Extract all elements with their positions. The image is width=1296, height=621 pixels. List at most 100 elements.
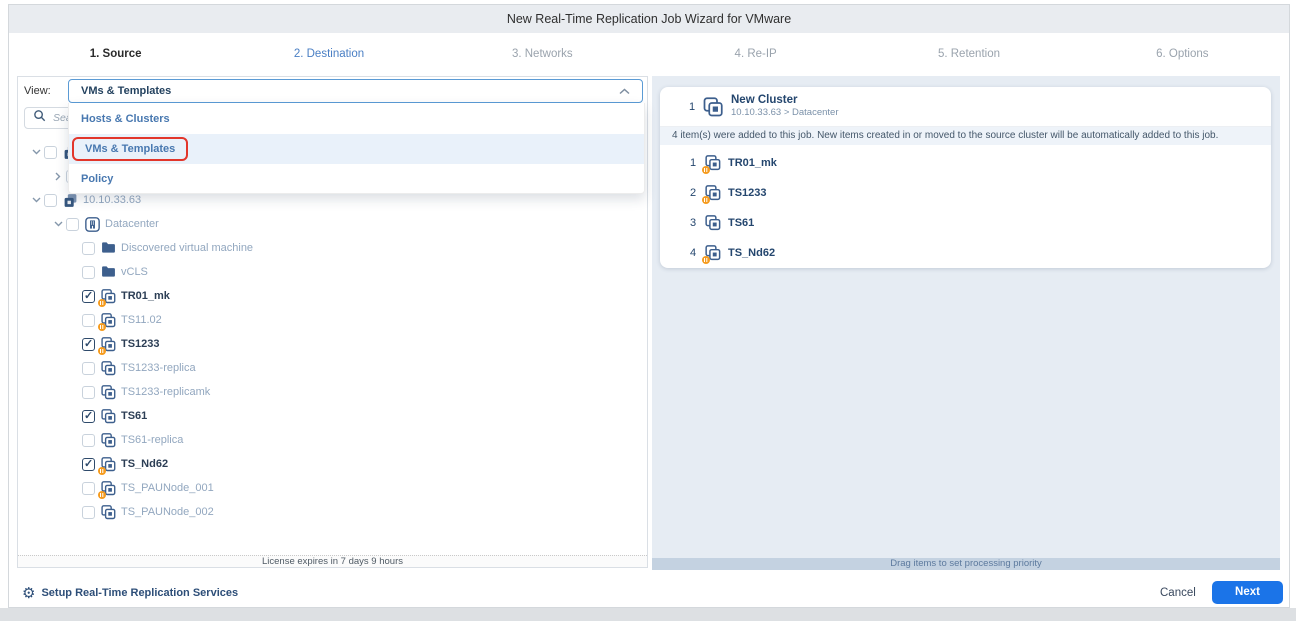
checkbox-checked[interactable] xyxy=(82,410,95,423)
tree-row-vm[interactable]: TS1233-replica xyxy=(18,356,647,380)
checkbox[interactable] xyxy=(44,194,57,207)
step-source[interactable]: 1. Source xyxy=(9,33,222,76)
vm-icon xyxy=(101,289,116,304)
job-vm-row[interactable]: 1 TR01_mk xyxy=(660,148,1271,178)
datacenter-icon xyxy=(85,217,100,232)
chevron-right-icon[interactable] xyxy=(52,170,64,182)
setup-replication-services-link[interactable]: ⚙ Setup Real-Time Replication Services xyxy=(22,584,238,602)
tree-row-vm[interactable]: TS1233-replicamk xyxy=(18,380,647,404)
next-button[interactable]: Next xyxy=(1212,581,1283,604)
menu-item-label: Hosts & Clusters xyxy=(81,113,170,125)
vm-icon xyxy=(705,215,721,231)
tree-item-label: TS_Nd62 xyxy=(121,458,168,470)
tree-item-label: TS61 xyxy=(121,410,147,422)
step-retention[interactable]: 5. Retention xyxy=(862,33,1075,76)
vm-icon xyxy=(705,155,721,171)
vm-icon xyxy=(101,457,116,472)
checkbox-checked[interactable] xyxy=(82,290,95,303)
gear-icon: ⚙ xyxy=(22,586,35,601)
step-options[interactable]: 6. Options xyxy=(1076,33,1289,76)
chevron-down-icon[interactable] xyxy=(30,194,42,206)
checkbox-checked[interactable] xyxy=(82,458,95,471)
job-vm-list: 1 TR01_mk 2 TS1233 3 TS61 4 TS_Nd62 xyxy=(660,145,1271,268)
vm-icon xyxy=(101,313,116,328)
tree-row-vm[interactable]: TS61 xyxy=(18,404,647,428)
chevron-down-icon[interactable] xyxy=(30,146,42,158)
cluster-path: 10.10.33.63 > Datacenter xyxy=(731,107,838,119)
vm-icon xyxy=(101,385,116,400)
tree-item-label: TS_PAUNode_002 xyxy=(121,506,214,518)
vm-icon xyxy=(705,245,721,261)
folder-icon xyxy=(101,241,116,256)
tree-row-datacenter[interactable]: Datacenter xyxy=(18,212,647,236)
menu-item-label: VMs & Templates xyxy=(85,143,175,155)
vm-icon xyxy=(705,185,721,201)
step-reip[interactable]: 4. Re-IP xyxy=(649,33,862,76)
tree-row-vm[interactable]: TS_PAUNode_002 xyxy=(18,500,647,524)
pause-badge-icon xyxy=(98,323,106,331)
setup-link-label: Setup Real-Time Replication Services xyxy=(41,587,238,599)
checkbox[interactable] xyxy=(82,242,95,255)
tree-item-label: TS_PAUNode_001 xyxy=(121,482,214,494)
job-items-panel: 1 New Cluster 10.10.33.63 > Datacenter 4… xyxy=(652,76,1280,570)
checkbox-checked[interactable] xyxy=(82,338,95,351)
vm-name: TR01_mk xyxy=(728,157,777,169)
bottom-strip xyxy=(0,608,1296,621)
pause-badge-icon xyxy=(702,256,710,264)
job-vm-row[interactable]: 3 TS61 xyxy=(660,208,1271,238)
annotation-highlight: VMs & Templates xyxy=(72,137,188,161)
tree-row-vm[interactable]: TR01_mk xyxy=(18,284,647,308)
tree-row-vm[interactable]: TS11.02 xyxy=(18,308,647,332)
vm-icon xyxy=(101,481,116,496)
search-icon xyxy=(33,109,46,127)
tree-row-vm[interactable]: TS_Nd62 xyxy=(18,452,647,476)
tree-item-label: Datacenter xyxy=(105,218,159,230)
checkbox[interactable] xyxy=(66,218,79,231)
checkbox[interactable] xyxy=(82,434,95,447)
cluster-card-header: 1 New Cluster 10.10.33.63 > Datacenter xyxy=(660,87,1271,127)
pause-badge-icon xyxy=(98,299,106,307)
tree-row-vm[interactable]: TS1233 xyxy=(18,332,647,356)
menu-item-policy[interactable]: Policy xyxy=(69,164,644,194)
cluster-texts: New Cluster 10.10.33.63 > Datacenter xyxy=(731,94,838,119)
checkbox[interactable] xyxy=(82,362,95,375)
inventory-tree: 10.10.33.63 Datacenter Discovered virtua… xyxy=(18,140,647,524)
view-select-value: VMs & Templates xyxy=(81,85,619,97)
step-destination[interactable]: 2. Destination xyxy=(222,33,435,76)
tree-row-folder[interactable]: vCLS xyxy=(18,260,647,284)
wizard-title: New Real-Time Replication Job Wizard for… xyxy=(507,12,791,26)
cancel-button[interactable]: Cancel xyxy=(1160,587,1196,599)
tree-row-folder[interactable]: Discovered virtual machine xyxy=(18,236,647,260)
checkbox[interactable] xyxy=(82,266,95,279)
cluster-index: 1 xyxy=(689,101,703,113)
vcenter-icon xyxy=(63,193,78,208)
vm-name: TS61 xyxy=(728,217,754,229)
wizard-step-bar: 1. Source 2. Destination 3. Networks 4. … xyxy=(9,33,1289,76)
tree-item-label: TS61-replica xyxy=(121,434,183,446)
tree-item-label: TS1233-replica xyxy=(121,362,196,374)
folder-icon xyxy=(101,265,116,280)
checkbox[interactable] xyxy=(82,386,95,399)
checkbox[interactable] xyxy=(82,314,95,327)
checkbox[interactable] xyxy=(44,146,57,159)
chevron-down-icon[interactable] xyxy=(52,218,64,230)
items-info-bar: 4 item(s) were added to this job. New it… xyxy=(660,127,1271,145)
menu-item-hosts-clusters[interactable]: Hosts & Clusters xyxy=(69,104,644,134)
vm-name: TS_Nd62 xyxy=(728,247,775,259)
menu-item-vms-templates[interactable]: VMs & Templates xyxy=(69,134,644,164)
job-vm-row[interactable]: 4 TS_Nd62 xyxy=(660,238,1271,268)
vm-icon xyxy=(101,337,116,352)
cluster-icon xyxy=(703,97,723,117)
tree-item-label: TR01_mk xyxy=(121,290,170,302)
menu-item-label: Policy xyxy=(81,173,113,185)
view-select[interactable]: VMs & Templates xyxy=(68,79,643,103)
pause-badge-icon xyxy=(98,467,106,475)
drag-priority-hint: Drag items to set processing priority xyxy=(652,558,1280,570)
tree-row-vm[interactable]: TS_PAUNode_001 xyxy=(18,476,647,500)
tree-row-vm[interactable]: TS61-replica xyxy=(18,428,647,452)
checkbox[interactable] xyxy=(82,482,95,495)
checkbox[interactable] xyxy=(82,506,95,519)
tree-item-label: vCLS xyxy=(121,266,148,278)
job-vm-row[interactable]: 2 TS1233 xyxy=(660,178,1271,208)
step-networks[interactable]: 3. Networks xyxy=(436,33,649,76)
